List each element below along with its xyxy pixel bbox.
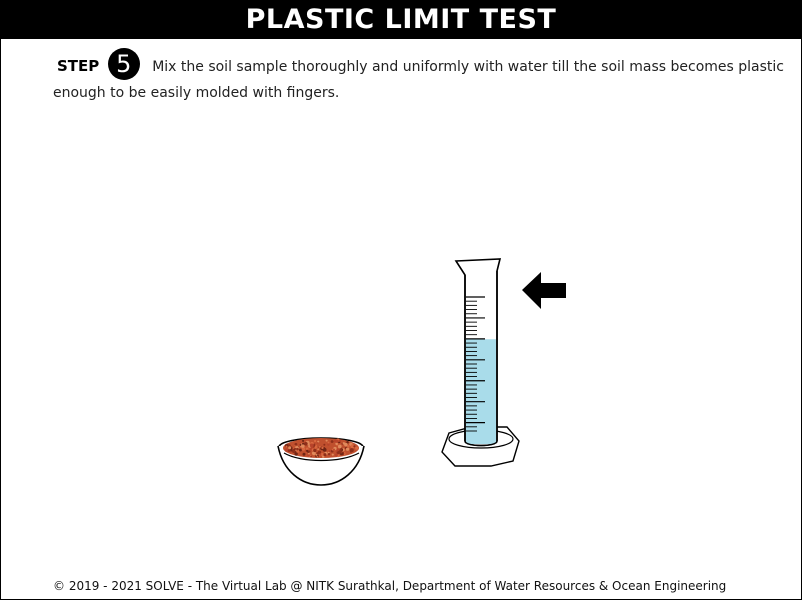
soil-sample	[283, 438, 359, 458]
lab-frame: PLASTIC LIMIT TEST STEP 5 Mix the soil s…	[0, 0, 802, 600]
graduated-cylinder[interactable]	[441, 258, 520, 467]
soil-bowl[interactable]	[277, 437, 365, 486]
water-column	[466, 339, 496, 444]
pointer-arrow-icon[interactable]	[522, 272, 566, 309]
footer-copyright: © 2019 - 2021 SOLVE - The Virtual Lab @ …	[53, 579, 727, 593]
lab-scene	[277, 258, 566, 486]
